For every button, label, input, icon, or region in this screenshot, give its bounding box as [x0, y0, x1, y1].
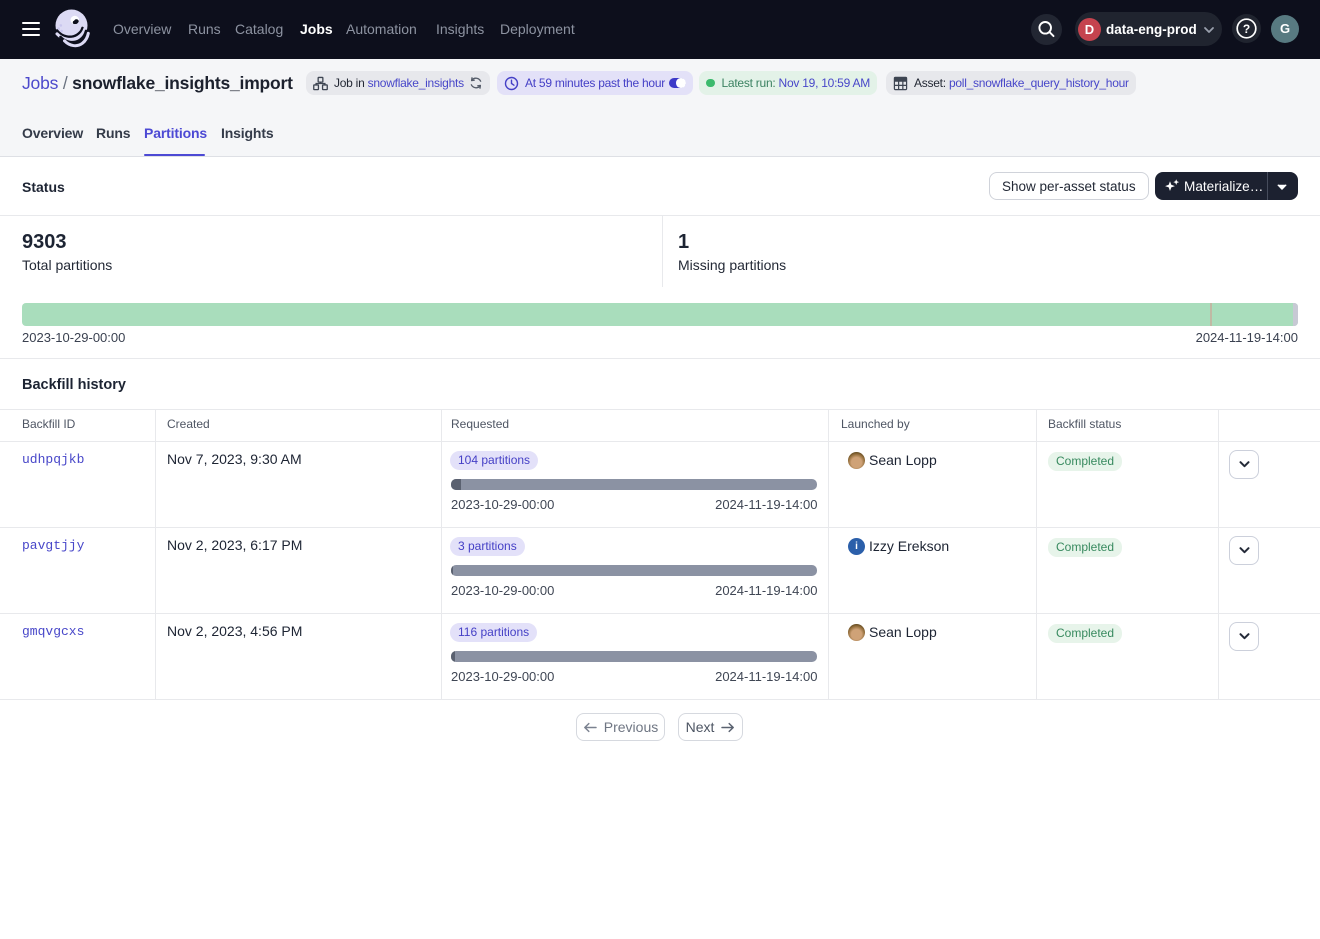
svg-text:?: ?	[1242, 22, 1249, 36]
